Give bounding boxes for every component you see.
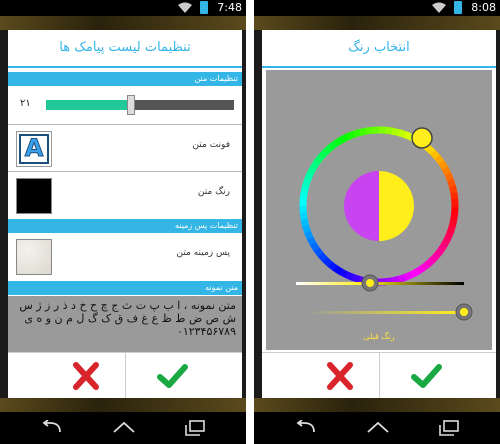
color-name-label: رنگ قبلی <box>363 332 395 341</box>
dialog-title: انتخاب رنگ <box>348 40 410 55</box>
sample-line-2: ش ص ض ط ظ ع غ ف ق ک گ ل م ن و ه ی <box>24 312 236 325</box>
text-size-slider-row: ۲۱ <box>8 86 242 122</box>
saturation-handle[interactable] <box>366 279 374 287</box>
text-color-row[interactable]: رنگ متن <box>8 173 242 217</box>
sample-line-3: ۰۱۲۳۴۵۶۷۸۹ <box>176 325 236 338</box>
divider <box>8 171 242 172</box>
right-phone-screen: 8:08 انتخاب رنگ رنگ قبلی <box>254 0 500 444</box>
background-settings-header: تنظیمات پس زمینه <box>8 219 242 233</box>
color-picker-area: رنگ قبلی <box>266 70 492 350</box>
text-background-label: پس زمینه متن <box>176 248 230 258</box>
cancel-x-icon[interactable] <box>66 359 106 393</box>
old-color-half <box>344 171 379 241</box>
saturation-slider[interactable] <box>296 282 464 285</box>
navigation-bar <box>0 412 246 444</box>
sms-list-settings-dialog: تنظیمات لیست پیامک ها تنظیمات متن ۲۱ A ف… <box>8 30 242 399</box>
status-time: 8:08 <box>471 1 496 14</box>
color-picker-graphic <box>296 126 473 321</box>
back-icon[interactable] <box>40 420 64 436</box>
background-texture-swatch[interactable] <box>16 239 52 275</box>
title-divider <box>262 66 496 68</box>
text-size-slider[interactable] <box>46 95 234 115</box>
recent-apps-icon[interactable] <box>184 420 206 436</box>
home-icon[interactable] <box>366 420 390 436</box>
background-strip <box>254 16 500 30</box>
sample-text-preview: متن نمونه ، ا ب پ ت ث ج چ ح خ د ذ ر ز ژ … <box>8 296 242 352</box>
font-label: فونت متن <box>192 140 230 150</box>
slider-thumb[interactable] <box>126 95 135 115</box>
button-separator <box>125 353 126 399</box>
status-bar: 7:48 <box>0 0 246 16</box>
dialog-button-bar <box>262 352 496 399</box>
color-preview-circle[interactable] <box>344 171 414 241</box>
wifi-icon <box>178 2 192 13</box>
value-handle[interactable] <box>460 308 468 316</box>
wifi-icon <box>432 2 446 13</box>
text-background-row[interactable]: پس زمینه متن <box>8 234 242 278</box>
slider-fill <box>46 100 131 110</box>
home-icon[interactable] <box>112 420 136 436</box>
new-color-half <box>379 171 414 241</box>
status-time: 7:48 <box>217 1 242 14</box>
dialog-title: تنظیمات لیست پیامک ها <box>59 40 191 55</box>
left-phone-screen: 7:48 تنظیمات لیست پیامک ها تنظیمات متن ۲… <box>0 0 246 444</box>
text-color-swatch[interactable] <box>16 178 52 214</box>
battery-icon <box>454 1 462 14</box>
dialog-button-bar <box>8 352 242 399</box>
battery-icon <box>200 1 208 14</box>
title-divider <box>8 66 242 68</box>
background-strip <box>254 398 500 412</box>
background-strip <box>0 398 246 412</box>
text-size-value: ۲۱ <box>20 98 31 109</box>
value-slider[interactable] <box>308 311 464 314</box>
status-bar: 8:08 <box>254 0 500 16</box>
back-icon[interactable] <box>294 420 318 436</box>
recent-apps-icon[interactable] <box>438 420 460 436</box>
text-color-label: رنگ متن <box>197 187 230 197</box>
color-picker-dialog: انتخاب رنگ رنگ قبلی <box>262 30 496 399</box>
font-row[interactable]: A فونت متن <box>8 126 242 170</box>
hue-selector-handle[interactable] <box>411 127 433 149</box>
navigation-bar <box>254 412 500 444</box>
confirm-check-icon[interactable] <box>152 359 192 393</box>
button-separator <box>379 353 380 399</box>
text-settings-header: تنظیمات متن <box>8 72 242 86</box>
confirm-check-icon[interactable] <box>406 359 446 393</box>
font-preview-icon[interactable]: A <box>16 131 52 167</box>
background-strip <box>0 16 246 30</box>
sample-text-header: متن نمونه <box>8 281 242 295</box>
sample-line-1: متن نمونه ، ا ب پ ت ث ج چ ح خ د ذ ر ز ژ … <box>19 299 236 312</box>
divider <box>8 124 242 125</box>
cancel-x-icon[interactable] <box>320 359 360 393</box>
